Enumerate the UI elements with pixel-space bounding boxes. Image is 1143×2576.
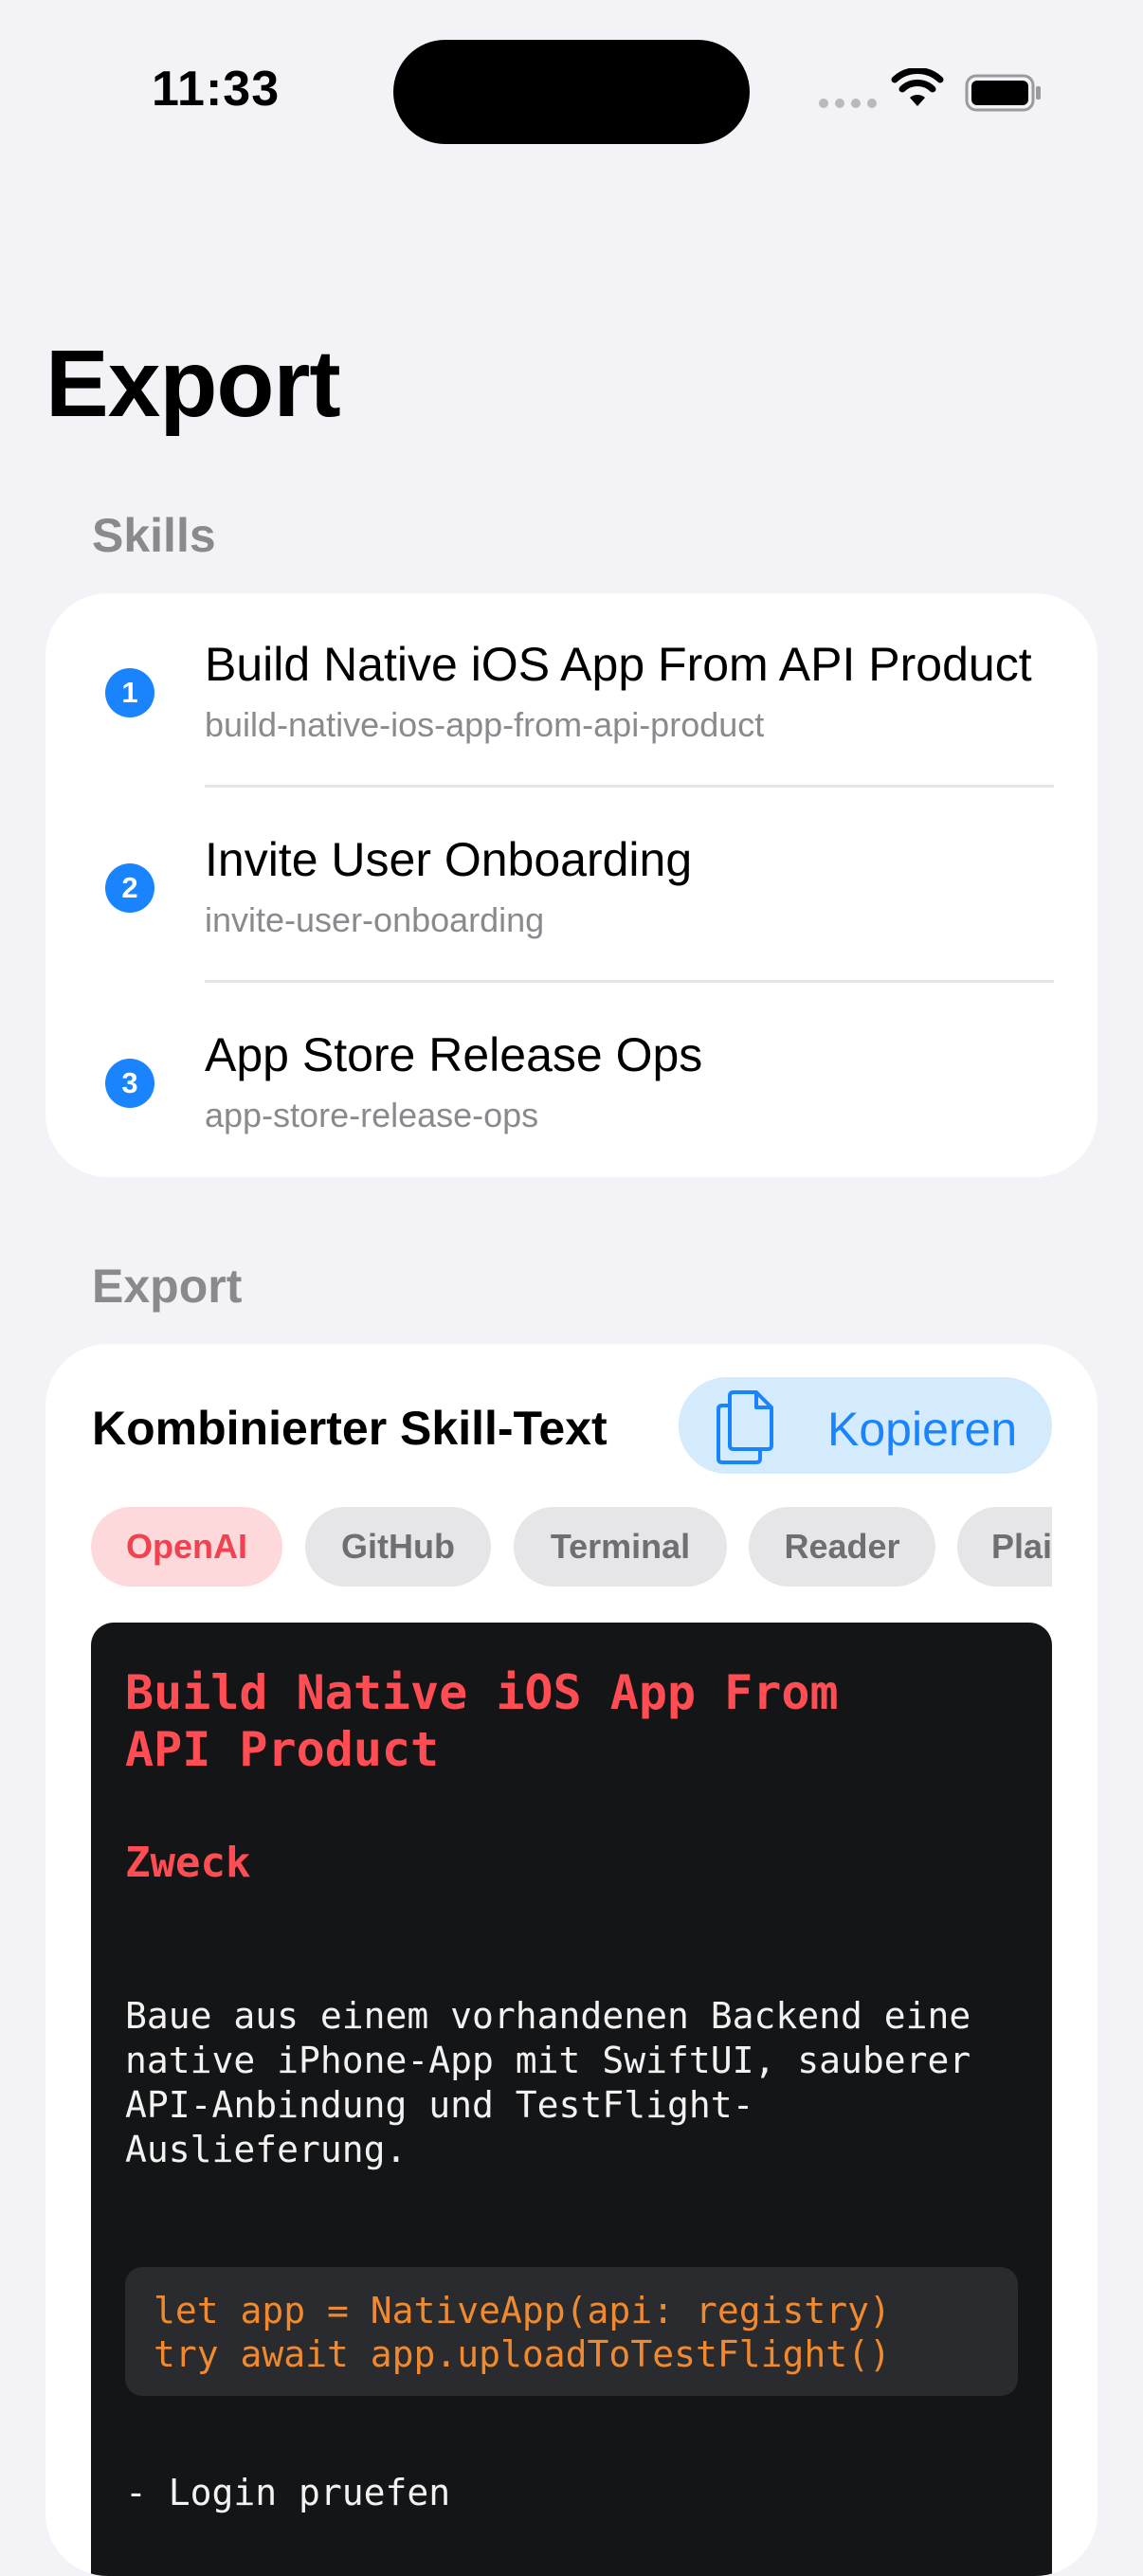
format-chip-plain[interactable]: Plain [957,1507,1052,1587]
battery-icon [965,74,1041,112]
skill-row[interactable]: 3 App Store Release Ops app-store-releas… [45,984,1098,1179]
format-chip-openai[interactable]: OpenAI [91,1507,282,1587]
format-chip-reader[interactable]: Reader [749,1507,935,1587]
export-section-header: Export [92,1260,243,1313]
format-chip-github[interactable]: GitHub [305,1507,491,1587]
skill-text-preview: Build Native iOS App From API Product Zw… [91,1623,1052,2576]
skill-slug: app-store-release-ops [205,1096,539,1134]
status-bar: 11:33 [0,0,1143,190]
code-line: let app = NativeApp(api: registry) [154,2290,891,2331]
skill-row[interactable]: 1 Build Native iOS App From API Product … [45,593,1098,789]
status-time: 11:33 [152,62,281,117]
cellular-signal-icon [819,99,877,108]
preview-paragraph: Baue aus einem vorhandenen Backend eine … [125,1995,971,2170]
skill-title: Invite User Onboarding [205,833,693,886]
skill-number-badge: 1 [105,668,154,717]
skill-slug: invite-user-onboarding [205,900,545,939]
row-divider [205,980,1054,983]
format-chip-row: OpenAI GitHub Terminal Reader Plain [91,1507,1052,1588]
skills-list-card: 1 Build Native iOS App From API Product … [45,593,1098,1177]
preview-heading: Build Native iOS App From API Product [125,1665,839,1777]
code-line: try await app.uploadToTestFlight() [154,2333,891,2375]
dynamic-island [393,40,750,144]
format-chip-terminal[interactable]: Terminal [514,1507,727,1587]
copy-documents-icon [717,1390,773,1464]
row-divider [205,785,1054,788]
preview-list-item: - Login pruefen [125,2472,451,2513]
combined-text-title: Kombinierter Skill-Text [92,1402,608,1455]
skill-slug: build-native-ios-app-from-api-product [205,705,765,744]
page-title: Export [45,331,341,437]
skill-row[interactable]: 2 Invite User Onboarding invite-user-onb… [45,789,1098,984]
wifi-icon [891,68,944,106]
skills-section-header: Skills [92,509,216,562]
skill-title: Build Native iOS App From API Product [205,638,1032,691]
skill-number-badge: 2 [105,863,154,913]
preview-subheading: Zweck [125,1839,251,1887]
copy-button-label: Kopieren [827,1403,1018,1456]
copy-button[interactable]: Kopieren [679,1377,1052,1474]
preview-code-block: let app = NativeApp(api: registry) try a… [125,2267,1018,2396]
export-card: Kombinierter Skill-Text Kopieren OpenAI … [45,1344,1098,2576]
skill-number-badge: 3 [105,1059,154,1108]
skill-title: App Store Release Ops [205,1028,703,1081]
